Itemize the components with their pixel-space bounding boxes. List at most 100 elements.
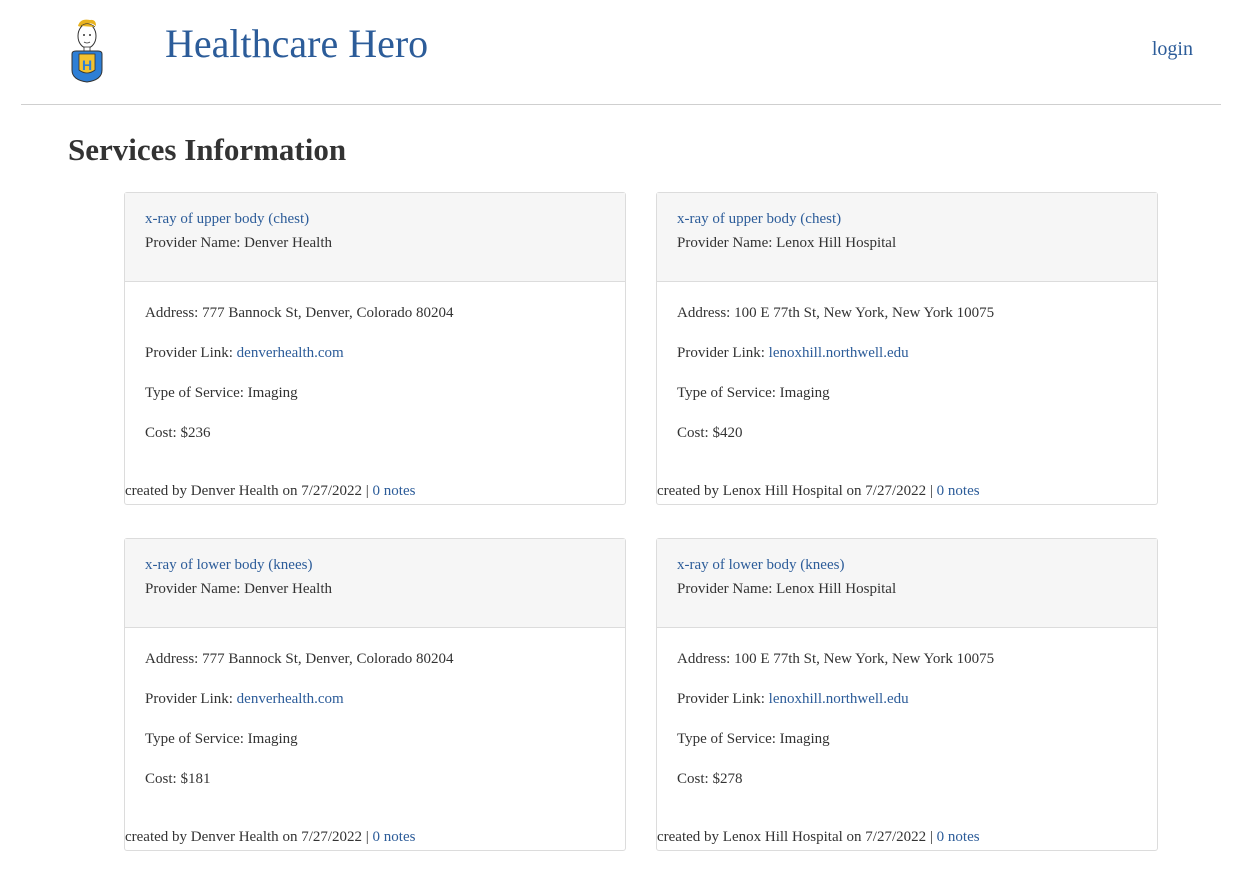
provider-name: Provider Name: Lenox Hill Hospital (677, 231, 1137, 255)
provider-name-label: Provider Name: (145, 235, 245, 251)
service-type-value: Imaging (247, 385, 298, 401)
separator: | (926, 483, 937, 499)
service-card-grid: x-ray of upper body (chest) Provider Nam… (124, 192, 1158, 851)
on-label: on (278, 829, 302, 845)
created-by-label: created by (125, 829, 191, 845)
card-header: x-ray of lower body (knees) Provider Nam… (125, 539, 625, 628)
site-header: H Healthcare Hero login (0, 0, 1237, 105)
provider-name-value: Lenox Hill Hospital (776, 235, 897, 251)
card-body: Address: 100 E 77th St, New York, New Yo… (657, 282, 1157, 445)
provider-name: Provider Name: Denver Health (145, 577, 605, 601)
cost: Cost: $236 (145, 422, 605, 445)
notes-link[interactable]: 0 notes (937, 829, 980, 845)
provider-website-link[interactable]: denverhealth.com (237, 691, 344, 707)
card-footer: created by Lenox Hill Hospital on 7/27/2… (657, 826, 980, 848)
created-by-label: created by (657, 483, 723, 499)
created-by-label: created by (657, 829, 723, 845)
service-type: Type of Service: Imaging (145, 382, 605, 405)
address: Address: 777 Bannock St, Denver, Colorad… (145, 648, 605, 671)
service-link[interactable]: x-ray of lower body (knees) (145, 553, 605, 577)
provider-name-label: Provider Name: (145, 581, 245, 597)
card-footer: created by Denver Health on 7/27/2022 | … (125, 826, 415, 848)
on-label: on (842, 483, 866, 499)
address-label: Address: (677, 305, 735, 321)
provider-link: Provider Link: denverhealth.com (145, 688, 605, 711)
cost-label: Cost: (145, 771, 181, 787)
address: Address: 100 E 77th St, New York, New Yo… (677, 302, 1137, 325)
provider-link-label: Provider Link: (677, 345, 769, 361)
card-header: x-ray of upper body (chest) Provider Nam… (125, 193, 625, 282)
provider-name-value: Denver Health (244, 235, 333, 251)
service-link[interactable]: x-ray of upper body (chest) (677, 207, 1137, 231)
on-label: on (842, 829, 866, 845)
cost-label: Cost: (145, 425, 181, 441)
cost-label: Cost: (677, 771, 713, 787)
service-card: x-ray of lower body (knees) Provider Nam… (124, 538, 626, 851)
card-body: Address: 100 E 77th St, New York, New Yo… (657, 628, 1157, 791)
superhero-logo-icon[interactable]: H (66, 18, 112, 84)
service-card: x-ray of upper body (chest) Provider Nam… (656, 192, 1158, 505)
address: Address: 777 Bannock St, Denver, Colorad… (145, 302, 605, 325)
login-link[interactable]: login (1152, 38, 1193, 61)
provider-name-label: Provider Name: (677, 581, 777, 597)
provider-link: Provider Link: denverhealth.com (145, 342, 605, 365)
service-link[interactable]: x-ray of upper body (chest) (145, 207, 605, 231)
card-footer: created by Denver Health on 7/27/2022 | … (125, 480, 415, 502)
created-by-value: Denver Health (190, 829, 279, 845)
created-by-value: Lenox Hill Hospital (722, 483, 843, 499)
separator: | (362, 829, 373, 845)
cost-label: Cost: (677, 425, 713, 441)
provider-website-link[interactable]: lenoxhill.northwell.edu (769, 691, 909, 707)
service-type-value: Imaging (779, 731, 830, 747)
address-value: 777 Bannock St, Denver, Colorado 80204 (202, 651, 454, 667)
notes-link[interactable]: 0 notes (937, 483, 980, 499)
cost: Cost: $420 (677, 422, 1137, 445)
provider-link: Provider Link: lenoxhill.northwell.edu (677, 688, 1137, 711)
service-type-label: Type of Service: (145, 385, 248, 401)
service-type-label: Type of Service: (677, 731, 780, 747)
provider-name: Provider Name: Denver Health (145, 231, 605, 255)
created-date: 7/27/2022 (301, 829, 363, 845)
provider-link-label: Provider Link: (677, 691, 769, 707)
card-body: Address: 777 Bannock St, Denver, Colorad… (125, 282, 625, 445)
cost-value: $420 (712, 425, 743, 441)
created-by-value: Denver Health (190, 483, 279, 499)
provider-website-link[interactable]: lenoxhill.northwell.edu (769, 345, 909, 361)
service-card: x-ray of lower body (knees) Provider Nam… (656, 538, 1158, 851)
service-type-value: Imaging (779, 385, 830, 401)
card-footer: created by Lenox Hill Hospital on 7/27/2… (657, 480, 980, 502)
cost: Cost: $278 (677, 768, 1137, 791)
provider-link: Provider Link: lenoxhill.northwell.edu (677, 342, 1137, 365)
provider-name: Provider Name: Lenox Hill Hospital (677, 577, 1137, 601)
service-card: x-ray of upper body (chest) Provider Nam… (124, 192, 626, 505)
card-body: Address: 777 Bannock St, Denver, Colorad… (125, 628, 625, 791)
cost: Cost: $181 (145, 768, 605, 791)
provider-link-label: Provider Link: (145, 345, 237, 361)
created-date: 7/27/2022 (865, 829, 927, 845)
created-by-value: Lenox Hill Hospital (722, 829, 843, 845)
address-value: 100 E 77th St, New York, New York 10075 (734, 305, 995, 321)
cost-value: $278 (712, 771, 743, 787)
header-divider (21, 104, 1221, 105)
on-label: on (278, 483, 302, 499)
service-type: Type of Service: Imaging (145, 728, 605, 751)
service-type-label: Type of Service: (145, 731, 248, 747)
card-header: x-ray of lower body (knees) Provider Nam… (657, 539, 1157, 628)
provider-name-value: Denver Health (244, 581, 333, 597)
separator: | (362, 483, 373, 499)
provider-name-value: Lenox Hill Hospital (776, 581, 897, 597)
provider-name-label: Provider Name: (677, 235, 777, 251)
notes-link[interactable]: 0 notes (373, 483, 416, 499)
service-type: Type of Service: Imaging (677, 382, 1137, 405)
address-label: Address: (677, 651, 735, 667)
address-value: 777 Bannock St, Denver, Colorado 80204 (202, 305, 454, 321)
notes-link[interactable]: 0 notes (373, 829, 416, 845)
site-title: Healthcare Hero (165, 21, 429, 66)
cost-value: $181 (180, 771, 211, 787)
address: Address: 100 E 77th St, New York, New Yo… (677, 648, 1137, 671)
provider-website-link[interactable]: denverhealth.com (237, 345, 344, 361)
address-label: Address: (145, 305, 203, 321)
created-by-label: created by (125, 483, 191, 499)
card-header: x-ray of upper body (chest) Provider Nam… (657, 193, 1157, 282)
service-link[interactable]: x-ray of lower body (knees) (677, 553, 1137, 577)
